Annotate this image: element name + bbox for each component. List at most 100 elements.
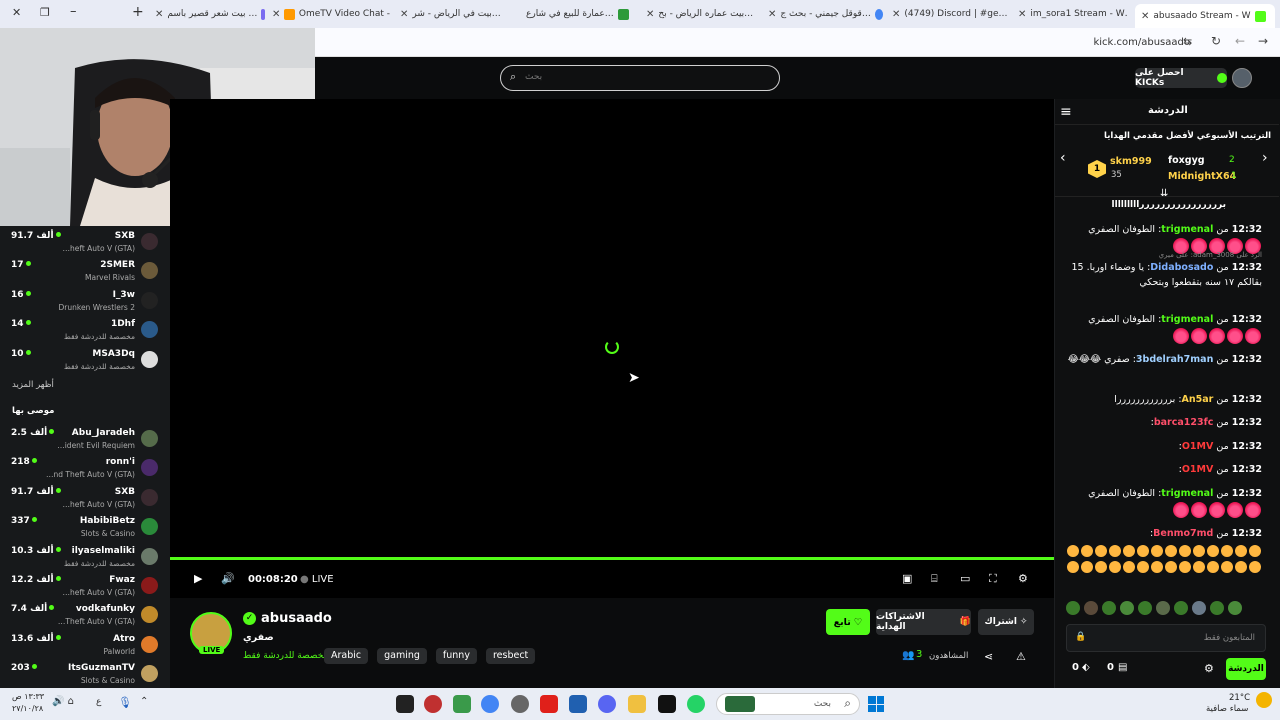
sidebar-channel[interactable]: Fwaz …heft Auto V (GTA) 12.2 ألف <box>0 572 170 601</box>
chat-username[interactable]: 3bdelrah7man <box>1136 354 1213 365</box>
close-tab-icon[interactable]: ✕ <box>1141 11 1149 22</box>
chat-username[interactable]: trigmenal <box>1161 314 1213 325</box>
sidebar-channel[interactable]: 1Dhf مخصصة للدردشة فقط 14 <box>0 316 170 345</box>
language-indicator[interactable]: ع <box>96 697 101 707</box>
emote-icon[interactable] <box>1210 601 1224 615</box>
browser-tab-active[interactable]: ✕ abusaado Stream - W <box>1135 4 1275 28</box>
clip-icon[interactable]: ⌸ <box>931 572 938 586</box>
chat-username[interactable]: barca123fc <box>1154 417 1214 428</box>
discord-icon[interactable] <box>598 695 616 713</box>
expand-leaderboard-icon[interactable]: ⇊ <box>1160 188 1168 199</box>
chat-username[interactable]: O1MV <box>1182 441 1214 452</box>
microphone-icon[interactable]: 🎙 <box>118 696 132 709</box>
leader-name[interactable]: MidnightX64 <box>1168 171 1236 182</box>
close-tab-icon[interactable]: ✕ <box>400 9 408 20</box>
emote-icon[interactable] <box>1174 601 1188 615</box>
fullscreen-icon[interactable]: ⛶ <box>989 572 997 586</box>
reload-icon[interactable]: ↻ <box>1211 34 1221 48</box>
tray-chevron-icon[interactable]: ⌃ <box>140 696 148 707</box>
leader-name[interactable]: foxgyg <box>1168 155 1205 166</box>
start-button[interactable] <box>868 696 884 712</box>
whatsapp-icon[interactable] <box>687 695 705 713</box>
settings-gear-icon[interactable]: ⚙ <box>1018 572 1028 585</box>
browser-tab[interactable]: ✕ قوقل جيمني - بحث ج… <box>768 4 883 24</box>
collapse-chat-icon[interactable]: ≡ <box>1060 104 1072 120</box>
show-more-link[interactable]: أظهر المزيد <box>12 380 54 390</box>
chat-message[interactable]: 12:32 من Benmo7md: <box>1062 526 1262 541</box>
store-icon[interactable] <box>569 695 587 713</box>
site-settings-icon[interactable]: ⇆ <box>1183 35 1192 48</box>
youtube-icon[interactable] <box>540 695 558 713</box>
clock-date[interactable]: ٢٧/١٠/٢٨ <box>12 704 43 713</box>
chat-username[interactable]: Benmo7md <box>1153 528 1213 539</box>
kicks-icon[interactable]: ⬖ <box>1082 662 1090 673</box>
search-input[interactable]: ⌕ بحث <box>500 65 780 91</box>
emote-icon[interactable] <box>1120 601 1134 615</box>
chat-message[interactable]: 12:32 من trigmenal: الطوفان الصفري <box>1062 486 1262 524</box>
get-kicks-button[interactable]: احصل على KICKs <box>1135 68 1227 88</box>
share-icon[interactable]: ⋖ <box>984 650 993 663</box>
miniplayer-icon[interactable]: ▣ <box>902 572 912 585</box>
browser-tab[interactable]: ✕ OmeTV Video Chat - <box>272 4 390 24</box>
close-tab-icon[interactable]: ✕ <box>272 9 280 20</box>
streamer-name[interactable]: abusaado <box>261 611 332 626</box>
app-icon[interactable] <box>453 695 471 713</box>
settings-icon[interactable] <box>511 695 529 713</box>
emote-icon[interactable] <box>1084 601 1098 615</box>
clock-time[interactable]: ١٣:٣٣ ص <box>12 692 44 701</box>
chat-message[interactable]: 12:32 من O1MV: <box>1062 462 1262 477</box>
browser-tab[interactable]: ✕ بيت في الرياض - شر… <box>400 4 518 24</box>
chat-message[interactable]: الرد على adam_3008: على ميري 12:32 من Did… <box>1062 251 1262 290</box>
tiktok-icon[interactable] <box>658 695 676 713</box>
close-tab-icon[interactable]: ✕ <box>768 9 776 20</box>
tag[interactable]: funny <box>435 648 477 664</box>
sidebar-channel[interactable]: vodkafunky …Theft Auto V (GTA) 7.4 ألف <box>0 601 170 630</box>
chat-message[interactable]: 12:32 من barca123fc: <box>1062 415 1262 430</box>
theater-mode-icon[interactable]: ▭ <box>960 572 970 585</box>
sidebar-channel[interactable]: HabibiBetz Slots & Casino 337 <box>0 513 170 542</box>
tag[interactable]: gaming <box>377 648 427 664</box>
chat-input[interactable]: 🔒 المتابعون فقط <box>1066 624 1266 652</box>
send-chat-button[interactable]: الدردشة <box>1226 658 1266 680</box>
browser-tab[interactable]: ✕ im_sora1 Stream - W… <box>1018 4 1128 24</box>
sidebar-channel[interactable]: SXB …heft Auto V (GTA) 91.7 ألف <box>0 228 170 257</box>
back-icon[interactable]: → <box>1258 34 1268 48</box>
video-player[interactable] <box>170 99 1054 559</box>
app-icon[interactable] <box>424 695 442 713</box>
sidebar-channel[interactable]: SXB …heft Auto V (GTA) 91.7 ألف <box>0 484 170 513</box>
chat-message[interactable]: 12:32 من An5ar: بررررررررررررا <box>1062 392 1262 407</box>
close-tab-icon[interactable]: ✕ <box>646 9 654 20</box>
user-avatar[interactable] <box>1232 68 1252 88</box>
emote-icon[interactable] <box>1102 601 1116 615</box>
emote-icon[interactable] <box>1192 601 1206 615</box>
forward-icon[interactable]: ← <box>1235 34 1245 48</box>
browser-tab[interactable]: ✕ بيت عماره الرياض - بح… <box>646 4 756 24</box>
chat-username[interactable]: trigmenal <box>1161 488 1213 499</box>
gift-subs-button[interactable]: الاشتراكات الهداية 🎁 <box>876 609 971 635</box>
leaderboard-next-icon[interactable]: › <box>1262 150 1268 166</box>
window-minimize-icon[interactable]: – <box>70 4 77 19</box>
taskbar-search[interactable]: بحث ⌕ <box>716 693 860 715</box>
follow-button[interactable]: تابع ♡ <box>826 609 870 635</box>
sidebar-channel[interactable]: ronn'i …nd Theft Auto V (GTA) 218 <box>0 454 170 483</box>
browser-tab[interactable]: عمارة للبيع في شارع… <box>526 4 641 24</box>
chat-message[interactable]: 12:32 من 3bdelrah7man: صفري 😂😂😂 <box>1062 352 1262 367</box>
points-icon[interactable]: ▤ <box>1118 662 1127 673</box>
sidebar-channel[interactable]: Atro Palworld 13.6 ألف <box>0 631 170 660</box>
leader-name[interactable]: skm999 <box>1110 156 1152 167</box>
browser-tab[interactable]: ✕ (4749) Discord | #ge… <box>892 4 1012 24</box>
sidebar-channel[interactable]: MSA3Dq مخصصة للدردشة فقط 10 <box>0 346 170 375</box>
close-tab-icon[interactable]: ✕ <box>1018 9 1026 20</box>
url-text[interactable]: kick.com/abusaado <box>1093 37 1190 48</box>
emote-icon[interactable] <box>1228 601 1242 615</box>
sidebar-channel[interactable]: 2SMER Marvel Rivals 17 <box>0 257 170 286</box>
chat-message[interactable]: 12:32 من trigmenal: الطوفان الصفري <box>1062 312 1262 350</box>
chat-username[interactable]: O1MV <box>1182 464 1214 475</box>
window-close-icon[interactable]: ✕ <box>12 6 21 19</box>
tag[interactable]: Arabic <box>324 648 369 664</box>
chrome-icon[interactable] <box>481 695 499 713</box>
chat-username[interactable]: Didabosado <box>1150 262 1213 273</box>
volume-icon[interactable]: 🔊 <box>221 572 235 585</box>
chat-message[interactable]: 12:32 من O1MV: <box>1062 439 1262 454</box>
file-explorer-icon[interactable] <box>628 695 646 713</box>
